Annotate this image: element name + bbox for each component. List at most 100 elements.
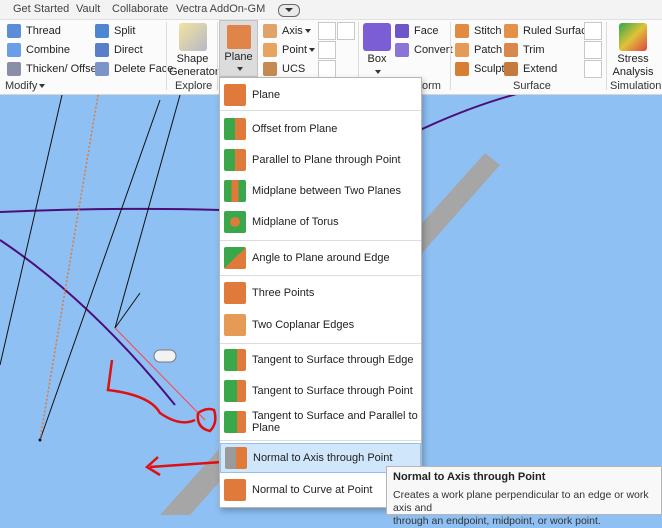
menu-item-three-points[interactable]: Three Points xyxy=(220,278,421,308)
combine-icon xyxy=(7,43,21,57)
trim-button[interactable]: Trim xyxy=(504,41,545,59)
menu-item-parallel-to-plane-through-point[interactable]: Parallel to Plane through Point xyxy=(220,145,421,175)
point-button[interactable]: Point xyxy=(263,41,316,59)
box-button[interactable]: Box xyxy=(361,23,393,79)
patch-icon xyxy=(455,43,469,57)
ucs-icon xyxy=(263,62,277,76)
menu-item-tangent-parallel-to-plane[interactable]: Tangent to Surface and Parallel to Plane xyxy=(220,407,421,437)
menu-item-two-coplanar-edges[interactable]: Two Coplanar Edges xyxy=(220,310,421,340)
repair-bodies-icon[interactable] xyxy=(584,22,602,40)
plane-icon xyxy=(224,84,246,106)
panel-label-modify[interactable]: Modify xyxy=(5,80,46,92)
split-button[interactable]: Split xyxy=(95,22,135,40)
delete-face-icon xyxy=(95,62,109,76)
thicken-offset-button[interactable]: Thicken/ Offset xyxy=(7,60,100,78)
menu-divider xyxy=(220,343,421,344)
menu-item-angle-to-plane-around-edge[interactable]: Angle to Plane around Edge xyxy=(220,243,421,273)
face-button[interactable]: Face xyxy=(395,22,438,40)
purple-curve-top xyxy=(419,95,517,131)
extend-button[interactable]: Extend xyxy=(504,60,557,78)
menu-item-midplane-two-planes[interactable]: Midplane between Two Planes xyxy=(220,176,421,206)
sculpt-icon xyxy=(455,62,469,76)
marking-menu-glyph[interactable] xyxy=(153,349,177,363)
thicken-icon xyxy=(7,62,21,76)
plane-dropdown-button[interactable]: Plane xyxy=(219,20,258,77)
stitch-icon xyxy=(455,24,469,38)
sculpt-button[interactable]: Sculpt xyxy=(455,60,505,78)
direct-button[interactable]: Direct xyxy=(95,41,143,59)
normal-axis-icon xyxy=(225,447,247,469)
sketch-point xyxy=(38,438,42,442)
tangent-point-icon xyxy=(224,380,246,402)
tangent-parallel-icon xyxy=(224,411,246,433)
trim-icon xyxy=(504,43,518,57)
offset-plane-icon xyxy=(224,118,246,140)
chevron-down-icon xyxy=(304,29,311,33)
coplanar-edges-icon xyxy=(224,314,246,336)
menu-divider xyxy=(220,240,421,241)
black-line-3 xyxy=(39,99,161,441)
menu-item-tangent-through-point[interactable]: Tangent to Surface through Point xyxy=(220,376,421,406)
ribbon-display-toggle[interactable] xyxy=(278,4,300,17)
panel-divider xyxy=(166,22,167,90)
red-annotation-circle xyxy=(196,407,217,433)
three-points-icon xyxy=(224,282,246,304)
purple-curve-lower xyxy=(0,239,176,406)
menu-item-offset-from-plane[interactable]: Offset from Plane xyxy=(220,114,421,144)
tab-vault[interactable]: Vault xyxy=(76,3,100,15)
delete-face-button[interactable]: Delete Face xyxy=(95,60,173,78)
panel-divider xyxy=(450,22,451,90)
circular-pattern-icon[interactable] xyxy=(318,41,336,59)
ruled-surface-icon xyxy=(504,24,518,38)
pattern-icon[interactable] xyxy=(318,22,336,40)
menu-item-midplane-of-torus[interactable]: Midplane of Torus xyxy=(220,207,421,237)
panel-divider xyxy=(217,22,218,90)
ucs-button[interactable]: UCS xyxy=(263,60,305,78)
stress-analysis-button[interactable]: Stress Analysis xyxy=(609,23,657,79)
combine-button[interactable]: Combine xyxy=(7,41,70,59)
patch-button[interactable]: Patch xyxy=(455,41,502,59)
panel-divider xyxy=(606,22,607,90)
tangent-edge-icon xyxy=(224,349,246,371)
replace-face-icon[interactable] xyxy=(584,60,602,78)
convert-icon xyxy=(395,43,409,57)
orange-dashed-line xyxy=(39,95,99,441)
box-freeform-icon xyxy=(363,23,391,51)
shape-generator-button[interactable]: Shape Generator xyxy=(169,23,219,79)
face-icon xyxy=(395,24,409,38)
chevron-down-icon xyxy=(309,48,316,52)
menu-divider xyxy=(220,275,421,276)
red-annotation-stroke xyxy=(106,359,196,424)
chevron-down-icon xyxy=(236,67,243,72)
stress-analysis-icon xyxy=(619,23,647,51)
angle-plane-icon xyxy=(224,247,246,269)
tab-collaborate[interactable]: Collaborate xyxy=(112,3,168,15)
direct-edit-icon xyxy=(95,43,109,57)
ruled-surface-button[interactable]: Ruled Surface xyxy=(504,22,593,40)
axis-button[interactable]: Axis xyxy=(263,22,311,40)
sketch-pattern-icon[interactable] xyxy=(318,60,336,78)
menu-item-plane[interactable]: Plane xyxy=(220,80,421,110)
extend-icon xyxy=(504,62,518,76)
panel-label-surface: Surface xyxy=(513,80,551,92)
parallel-plane-icon xyxy=(224,149,246,171)
menu-item-tangent-through-edge[interactable]: Tangent to Surface through Edge xyxy=(220,345,421,375)
convert-button[interactable]: Convert xyxy=(395,41,453,59)
chevron-down-icon xyxy=(39,84,46,89)
panel-label-freeform: orm xyxy=(422,80,441,92)
menu-divider xyxy=(220,110,421,111)
stitch-button[interactable]: Stitch xyxy=(455,22,502,40)
split-icon xyxy=(95,24,109,38)
red-construction-line xyxy=(114,327,206,421)
panel-label-simulation: Simulation xyxy=(610,80,662,92)
tab-vectra-addon[interactable]: Vectra AddOn-GM xyxy=(176,3,265,15)
tooltip-body: Creates a work plane perpendicular to an… xyxy=(393,489,649,527)
fit-mesh-face-icon[interactable] xyxy=(584,41,602,59)
normal-curve-icon xyxy=(224,479,246,501)
tab-get-started[interactable]: Get Started xyxy=(13,3,69,15)
shape-generator-icon xyxy=(178,23,207,51)
thread-button[interactable]: Thread xyxy=(7,22,61,40)
point-icon xyxy=(263,43,277,57)
torus-icon xyxy=(224,211,246,233)
mirror-icon[interactable] xyxy=(337,22,355,40)
